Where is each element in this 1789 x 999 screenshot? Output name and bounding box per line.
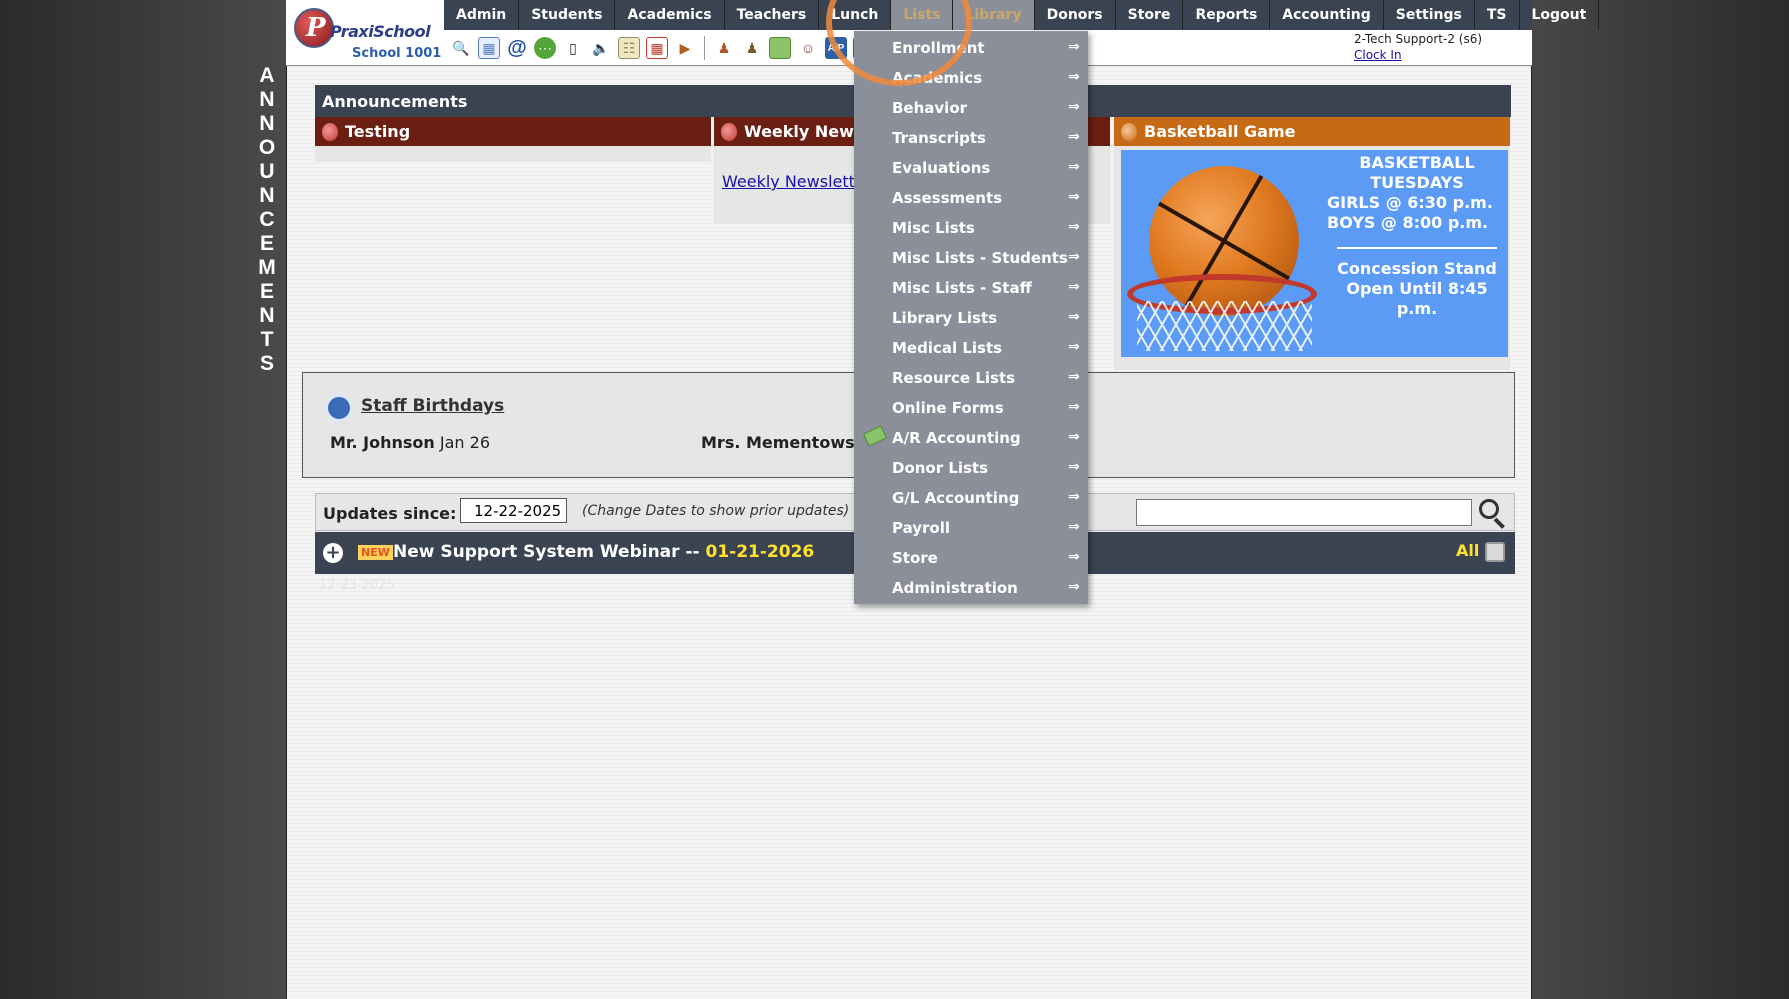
menu-store[interactable]: Store (1116, 0, 1184, 30)
at-icon[interactable]: @ (506, 37, 528, 59)
vertical-announcements-label: ANNOUNCEMENTS (258, 64, 276, 375)
birthday-entry: Mrs. Mementowsk (701, 433, 865, 452)
news-title-text: New Support System Webinar -- (393, 542, 706, 562)
menu-settings[interactable]: Settings (1384, 0, 1475, 30)
panel-testing-body (315, 146, 711, 162)
speaker-icon[interactable]: 🔈 (590, 37, 612, 59)
dropdown-item-library-lists[interactable]: Library Lists ⇒ (854, 303, 1088, 333)
dropdown-item-misc-lists[interactable]: Misc Lists ⇒ (854, 213, 1088, 243)
phone-icon[interactable]: ▯ (562, 37, 584, 59)
megaphone-icon[interactable]: ▶ (674, 37, 696, 59)
search-icon[interactable]: 🔍 (450, 37, 472, 59)
expand-icon[interactable]: + (323, 543, 343, 563)
dropdown-item-resource-lists[interactable]: Resource Lists ⇒ (854, 363, 1088, 393)
hoop-net (1137, 301, 1312, 351)
panel-basketball-label: Basketball Game (1144, 122, 1296, 141)
print-icon[interactable] (1485, 542, 1505, 562)
dropdown-item-store[interactable]: Store ⇒ (854, 543, 1088, 573)
school-name: School 1001 (352, 46, 442, 61)
menu-admin[interactable]: Admin (444, 0, 520, 30)
flyer-line: TUESDAYS (1370, 173, 1464, 192)
dropdown-item-medical-lists[interactable]: Medical Lists ⇒ (854, 333, 1088, 363)
updates-label: Updates since: (323, 504, 457, 523)
birthday-name: Mrs. Mementowsk (701, 433, 866, 452)
flyer-line: Open Until 8:45 p.m. (1346, 279, 1488, 318)
dropdown-item-online-forms[interactable]: Online Forms ⇒ (854, 393, 1088, 423)
birthday-entry: Mr. Johnson Jan 26 (330, 433, 490, 452)
menu-academics[interactable]: Academics (615, 0, 725, 30)
logo-icon (294, 8, 334, 48)
newsletter-link[interactable]: Weekly Newslette (722, 172, 865, 191)
dropdown-item-assessments[interactable]: Assessments ⇒ (854, 183, 1088, 213)
dropdown-item-gl-accounting[interactable]: G/L Accounting ⇒ (854, 483, 1088, 513)
search-icon[interactable] (1476, 497, 1508, 529)
flyer-divider (1337, 247, 1497, 249)
all-link[interactable]: All (1456, 541, 1479, 560)
faint-date: 12-23-2025 (319, 578, 395, 593)
dropdown-item-ar-accounting[interactable]: A/R Accounting ⇒ (854, 423, 1088, 453)
panel-testing-title: Testing (315, 117, 711, 146)
user-name: 2-Tech Support-2 (s6) (1354, 32, 1483, 46)
main-menu: Admin Students Academics Teachers Lunch … (444, 0, 1600, 30)
menu-students[interactable]: Students (519, 0, 616, 30)
flyer-line: GIRLS @ 6:30 p.m. (1327, 193, 1493, 212)
users-icon[interactable]: ☺ (797, 37, 819, 59)
calendar-icon[interactable]: ▦ (646, 37, 668, 59)
birthday-date: Jan 26 (439, 433, 491, 452)
panel-basketball-title: Basketball Game (1114, 117, 1510, 146)
dropdown-item-donor-lists[interactable]: Donor Lists ⇒ (854, 453, 1088, 483)
search-lens (1479, 499, 1499, 519)
birthday-name: Mr. Johnson (330, 433, 435, 452)
flyer-line: BASKETBALL (1359, 153, 1475, 172)
dropdown-item-misc-lists-students[interactable]: Misc Lists - Students ⇒ (854, 243, 1088, 273)
panel-newsletter-label: Weekly Newsl (744, 122, 869, 141)
updates-note: (Change Dates to show prior updates) (582, 503, 850, 519)
praxischool-logo[interactable]: PraxiSchool School 1001 (290, 6, 442, 62)
pin-icon (322, 123, 338, 141)
dropdown-item-behavior[interactable]: Behavior ⇒ (854, 93, 1088, 123)
search-handle (1493, 517, 1505, 529)
basketball-image (1127, 156, 1322, 351)
panel-testing-label: Testing (345, 122, 411, 141)
staff-birthdays-link[interactable]: Staff Birthdays (361, 396, 504, 416)
dropdown-item-evaluations[interactable]: Evaluations ⇒ (854, 153, 1088, 183)
basketball-flyer: BASKETBALL TUESDAYS GIRLS @ 6:30 p.m. BO… (1121, 150, 1508, 357)
clock-in-link[interactable]: Clock In (1354, 48, 1482, 62)
menu-reports[interactable]: Reports (1183, 0, 1271, 30)
chat-icon[interactable]: ⋯ (534, 37, 556, 59)
student-icon[interactable]: ♟ (741, 37, 763, 59)
news-title[interactable]: New Support System Webinar -- 01-21-2026 (393, 542, 814, 562)
pin-icon (721, 123, 737, 141)
money-icon[interactable] (769, 37, 791, 59)
dropdown-item-transcripts[interactable]: Transcripts ⇒ (854, 123, 1088, 153)
schedule-icon[interactable]: ☷ (618, 37, 640, 59)
teacher-icon[interactable]: ♟ (713, 37, 735, 59)
dropdown-item-misc-lists-staff[interactable]: Misc Lists - Staff ⇒ (854, 273, 1088, 303)
dropdown-item-payroll[interactable]: Payroll ⇒ (854, 513, 1088, 543)
cake-icon (325, 394, 353, 422)
brand-name: PraxiSchool (330, 22, 431, 41)
toolbar-divider (704, 36, 705, 60)
user-info: 2-Tech Support-2 (s6) Clock In (1354, 32, 1482, 62)
grid-icon[interactable]: ▦ (478, 37, 500, 59)
money-icon (862, 425, 888, 447)
flyer-line: BOYS @ 8:00 p.m. (1327, 213, 1489, 232)
dropdown-item-administration[interactable]: Administration ⇒ (854, 573, 1088, 603)
new-badge: NEW (358, 545, 393, 560)
menu-logout[interactable]: Logout (1520, 0, 1600, 30)
updates-search-input[interactable] (1136, 499, 1472, 526)
pin-icon (1121, 123, 1137, 141)
menu-accounting[interactable]: Accounting (1270, 0, 1384, 30)
news-date: 01-21-2026 (705, 542, 815, 562)
updates-date-field[interactable]: 12-22-2025 (460, 498, 567, 523)
menu-teachers[interactable]: Teachers (725, 0, 820, 30)
lists-dropdown-menu: Enrollment ⇒ Academics ⇒ Behavior ⇒ Transcr… (854, 31, 1088, 604)
menu-ts[interactable]: TS (1475, 0, 1520, 30)
basketball-text: BASKETBALL TUESDAYS GIRLS @ 6:30 p.m. BO… (1327, 153, 1507, 319)
flyer-line: Concession Stand (1337, 259, 1497, 278)
menu-donors[interactable]: Donors (1035, 0, 1116, 30)
